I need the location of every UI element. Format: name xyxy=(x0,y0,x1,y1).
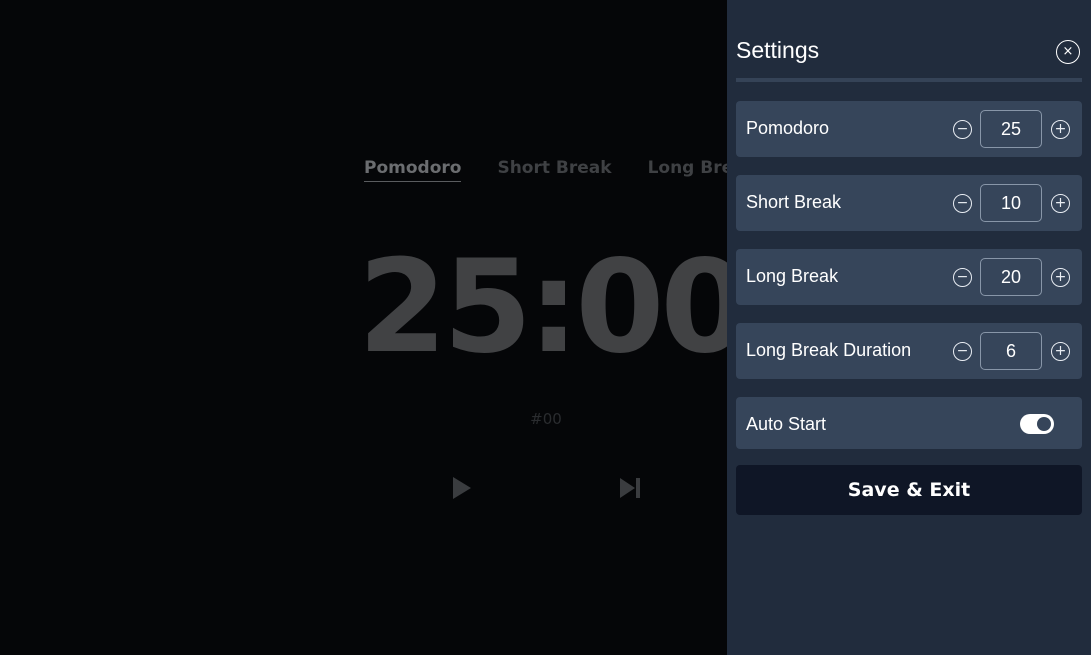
mode-tabs: Pomodoro Short Break Long Break xyxy=(364,158,756,182)
decrement-icon[interactable]: − xyxy=(953,193,972,213)
play-button[interactable] xyxy=(448,474,476,502)
setting-label: Long Break Duration xyxy=(746,340,912,360)
setting-row-auto-start: Auto Start xyxy=(736,397,1082,449)
increment-icon[interactable]: + xyxy=(1051,267,1070,287)
setting-row-long-break-duration: Long Break Duration − + xyxy=(736,323,1082,379)
play-icon xyxy=(453,477,471,499)
close-icon[interactable]: × xyxy=(1056,40,1080,64)
setting-label: Auto Start xyxy=(746,414,827,434)
decrement-icon[interactable]: − xyxy=(953,341,972,361)
setting-row-short-break: Short Break − + xyxy=(736,175,1082,231)
skip-next-icon xyxy=(620,478,640,498)
toggle-knob xyxy=(1037,417,1051,431)
long-break-duration-stepper: − + xyxy=(953,332,1070,370)
pomodoro-app: Pomodoro Short Break Long Break 25:00 #0… xyxy=(0,0,1091,655)
tab-pomodoro[interactable]: Pomodoro xyxy=(364,158,462,182)
setting-label: Pomodoro xyxy=(746,118,830,138)
pomodoro-minutes-input[interactable] xyxy=(980,110,1042,148)
short-break-minutes-input[interactable] xyxy=(980,184,1042,222)
short-break-stepper: − + xyxy=(953,184,1070,222)
save-exit-button[interactable]: Save & Exit xyxy=(736,465,1082,515)
settings-header: Settings × xyxy=(736,0,1082,82)
pomodoro-stepper: − + xyxy=(953,110,1070,148)
tab-short-break[interactable]: Short Break xyxy=(497,158,611,182)
long-break-stepper: − + xyxy=(953,258,1070,296)
increment-icon[interactable]: + xyxy=(1051,193,1070,213)
decrement-icon[interactable]: − xyxy=(953,267,972,287)
auto-start-toggle[interactable] xyxy=(1020,414,1054,434)
increment-icon[interactable]: + xyxy=(1051,341,1070,361)
skip-button[interactable] xyxy=(616,474,644,502)
long-break-minutes-input[interactable] xyxy=(980,258,1042,296)
long-break-duration-input[interactable] xyxy=(980,332,1042,370)
settings-panel: Settings × Pomodoro − + Short Break − + xyxy=(727,0,1091,655)
time-display: 25:00 xyxy=(358,233,749,382)
settings-list: Pomodoro − + Short Break − + Long Break xyxy=(736,101,1082,515)
setting-label: Long Break xyxy=(746,266,839,286)
increment-icon[interactable]: + xyxy=(1051,119,1070,139)
settings-title: Settings xyxy=(736,37,820,63)
session-counter: #00 xyxy=(530,410,562,428)
setting-row-pomodoro: Pomodoro − + xyxy=(736,101,1082,157)
setting-label: Short Break xyxy=(746,192,842,212)
setting-row-long-break: Long Break − + xyxy=(736,249,1082,305)
decrement-icon[interactable]: − xyxy=(953,119,972,139)
